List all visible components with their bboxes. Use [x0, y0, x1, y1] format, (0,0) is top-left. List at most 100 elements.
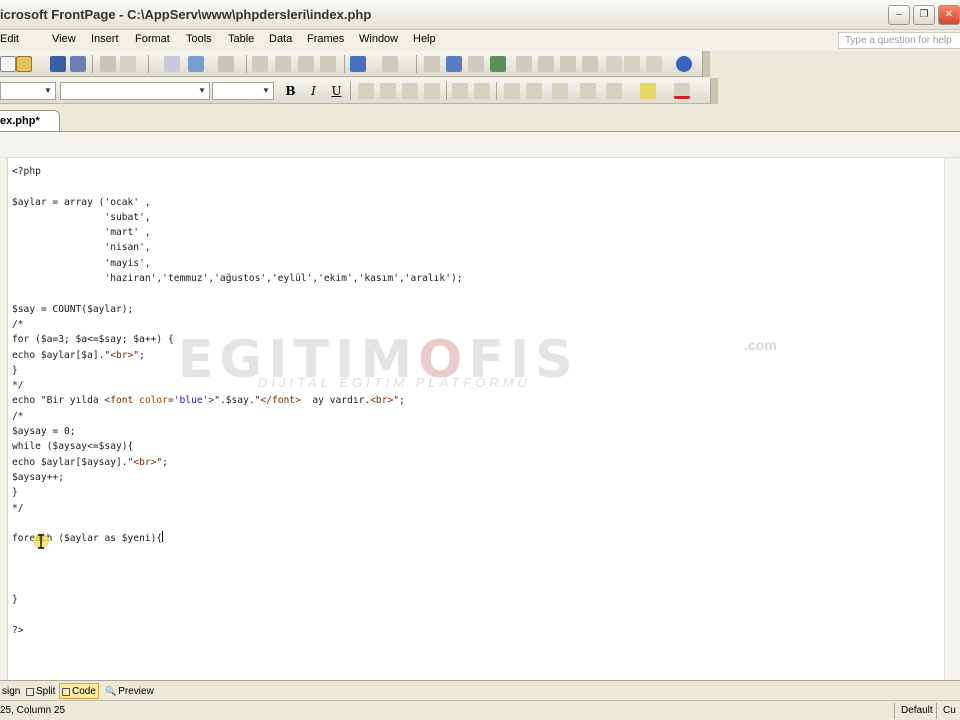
code-line[interactable]: 'mart' ,: [12, 225, 463, 240]
code-line[interactable]: while ($aysay<=$say){: [12, 439, 463, 454]
undo-icon[interactable]: [350, 56, 366, 72]
increase-font-icon[interactable]: [452, 83, 468, 99]
menu-insert[interactable]: Insert: [91, 33, 119, 45]
font-dropdown[interactable]: ▼: [60, 82, 210, 100]
show-all-icon[interactable]: [624, 56, 640, 72]
menu-view[interactable]: View: [52, 33, 76, 45]
code-line[interactable]: [12, 179, 463, 194]
code-content[interactable]: <?php $aylar = array ('ocak' , 'subat', …: [12, 164, 463, 638]
bold-button[interactable]: B: [282, 83, 299, 100]
insert-table-icon[interactable]: [446, 56, 462, 72]
bullets-icon[interactable]: [526, 83, 542, 99]
numbering-icon[interactable]: [504, 83, 520, 99]
increase-indent-icon[interactable]: [580, 83, 596, 99]
code-line[interactable]: [12, 286, 463, 301]
menu-frames[interactable]: Frames: [307, 33, 344, 45]
code-line[interactable]: ?>: [12, 623, 463, 638]
code-line[interactable]: $aylar = array ('ocak' ,: [12, 195, 463, 210]
search-binoculars-icon[interactable]: [70, 56, 86, 72]
menu-help[interactable]: Help: [413, 33, 436, 45]
font-color-icon[interactable]: [674, 83, 690, 99]
chevron-down-icon: ▼: [44, 86, 52, 95]
decrease-font-icon[interactable]: [474, 83, 490, 99]
toolbar-grip[interactable]: [710, 78, 718, 104]
open-folder-icon[interactable]: [16, 56, 32, 72]
code-line[interactable]: $aysay++;: [12, 470, 463, 485]
tab-split[interactable]: Split: [24, 683, 57, 699]
minimize-button[interactable]: –: [888, 5, 910, 25]
style-dropdown[interactable]: ▼: [0, 82, 56, 100]
print-preview-icon[interactable]: [188, 56, 204, 72]
code-line[interactable]: [12, 562, 463, 577]
code-line[interactable]: <?php: [12, 164, 463, 179]
redo-icon[interactable]: [382, 56, 398, 72]
code-line[interactable]: 'subat',: [12, 210, 463, 225]
code-line[interactable]: $say = COUNT($aylar);: [12, 302, 463, 317]
tab-code[interactable]: Code: [59, 683, 99, 699]
code-line[interactable]: }: [12, 485, 463, 500]
borders-icon[interactable]: [606, 83, 622, 99]
help-icon[interactable]: [676, 56, 692, 72]
format-painter-icon[interactable]: [320, 56, 336, 72]
font-size-dropdown[interactable]: ▼: [212, 82, 274, 100]
publish-icon[interactable]: [100, 56, 116, 72]
toolbar-separator: [148, 55, 149, 73]
toolbar-grip[interactable]: [702, 51, 710, 77]
align-left-icon[interactable]: [358, 83, 374, 99]
highlight-icon[interactable]: [640, 83, 656, 99]
code-editor[interactable]: <?php $aylar = array ('ocak' , 'subat', …: [0, 132, 960, 680]
align-center-icon[interactable]: [380, 83, 396, 99]
web-component-icon[interactable]: [424, 56, 440, 72]
close-button[interactable]: ✕: [938, 5, 960, 25]
tab-index-php[interactable]: ex.php*: [0, 110, 60, 132]
code-line[interactable]: 'haziran','temmuz','ağustos','eylül','ek…: [12, 271, 462, 286]
code-line[interactable]: foreach ($aylar as $yeni){: [12, 531, 463, 546]
paste-icon[interactable]: [298, 56, 314, 72]
menu-format[interactable]: Format: [135, 33, 170, 45]
code-line[interactable]: [12, 516, 463, 531]
insert-picture-icon[interactable]: [490, 56, 506, 72]
help-search-input[interactable]: Type a question for help: [838, 32, 960, 49]
hyperlink-icon[interactable]: [538, 56, 554, 72]
toolbar-separator: [246, 55, 247, 73]
copy-icon[interactable]: [275, 56, 291, 72]
code-line[interactable]: echo "Bir yılda <font color='blue'>".$sa…: [12, 393, 463, 408]
code-line[interactable]: 'mayis',: [12, 256, 463, 271]
tab-design[interactable]: sign: [0, 683, 22, 699]
code-line[interactable]: [12, 577, 463, 592]
print-icon[interactable]: [164, 56, 180, 72]
list-icon[interactable]: [646, 56, 662, 72]
underline-button[interactable]: U: [328, 83, 345, 100]
menu-bar: Edit View Insert Format Tools Table Data…: [0, 30, 960, 51]
code-line[interactable]: $aysay = 0;: [12, 424, 463, 439]
folder-list-icon[interactable]: [120, 56, 136, 72]
tab-preview[interactable]: 🔍 Preview: [103, 683, 156, 699]
restore-button[interactable]: ❐: [913, 5, 935, 25]
insert-layer-icon[interactable]: [468, 56, 484, 72]
menu-window[interactable]: Window: [359, 33, 398, 45]
code-line[interactable]: [12, 608, 463, 623]
new-page-icon[interactable]: [0, 56, 16, 72]
align-right-icon[interactable]: [402, 83, 418, 99]
code-line[interactable]: */: [12, 501, 463, 516]
save-icon[interactable]: [50, 56, 66, 72]
italic-button[interactable]: I: [305, 83, 322, 100]
justify-icon[interactable]: [424, 83, 440, 99]
stop-icon[interactable]: [582, 56, 598, 72]
decrease-indent-icon[interactable]: [552, 83, 568, 99]
code-line[interactable]: /*: [12, 409, 463, 424]
vertical-scrollbar[interactable]: [944, 158, 960, 680]
code-snippet-icon[interactable]: [606, 56, 622, 72]
menu-tools[interactable]: Tools: [186, 33, 212, 45]
spelling-icon[interactable]: [218, 56, 234, 72]
cut-icon[interactable]: [252, 56, 268, 72]
code-line[interactable]: }: [12, 592, 463, 607]
code-line[interactable]: [12, 546, 463, 561]
code-line[interactable]: echo $aylar[$aysay]."<br>";: [12, 455, 463, 470]
menu-data[interactable]: Data: [269, 33, 292, 45]
drawing-icon[interactable]: [516, 56, 532, 72]
menu-edit[interactable]: Edit: [0, 33, 19, 45]
code-line[interactable]: 'nisan',: [12, 240, 463, 255]
refresh-icon[interactable]: [560, 56, 576, 72]
menu-table[interactable]: Table: [228, 33, 254, 45]
